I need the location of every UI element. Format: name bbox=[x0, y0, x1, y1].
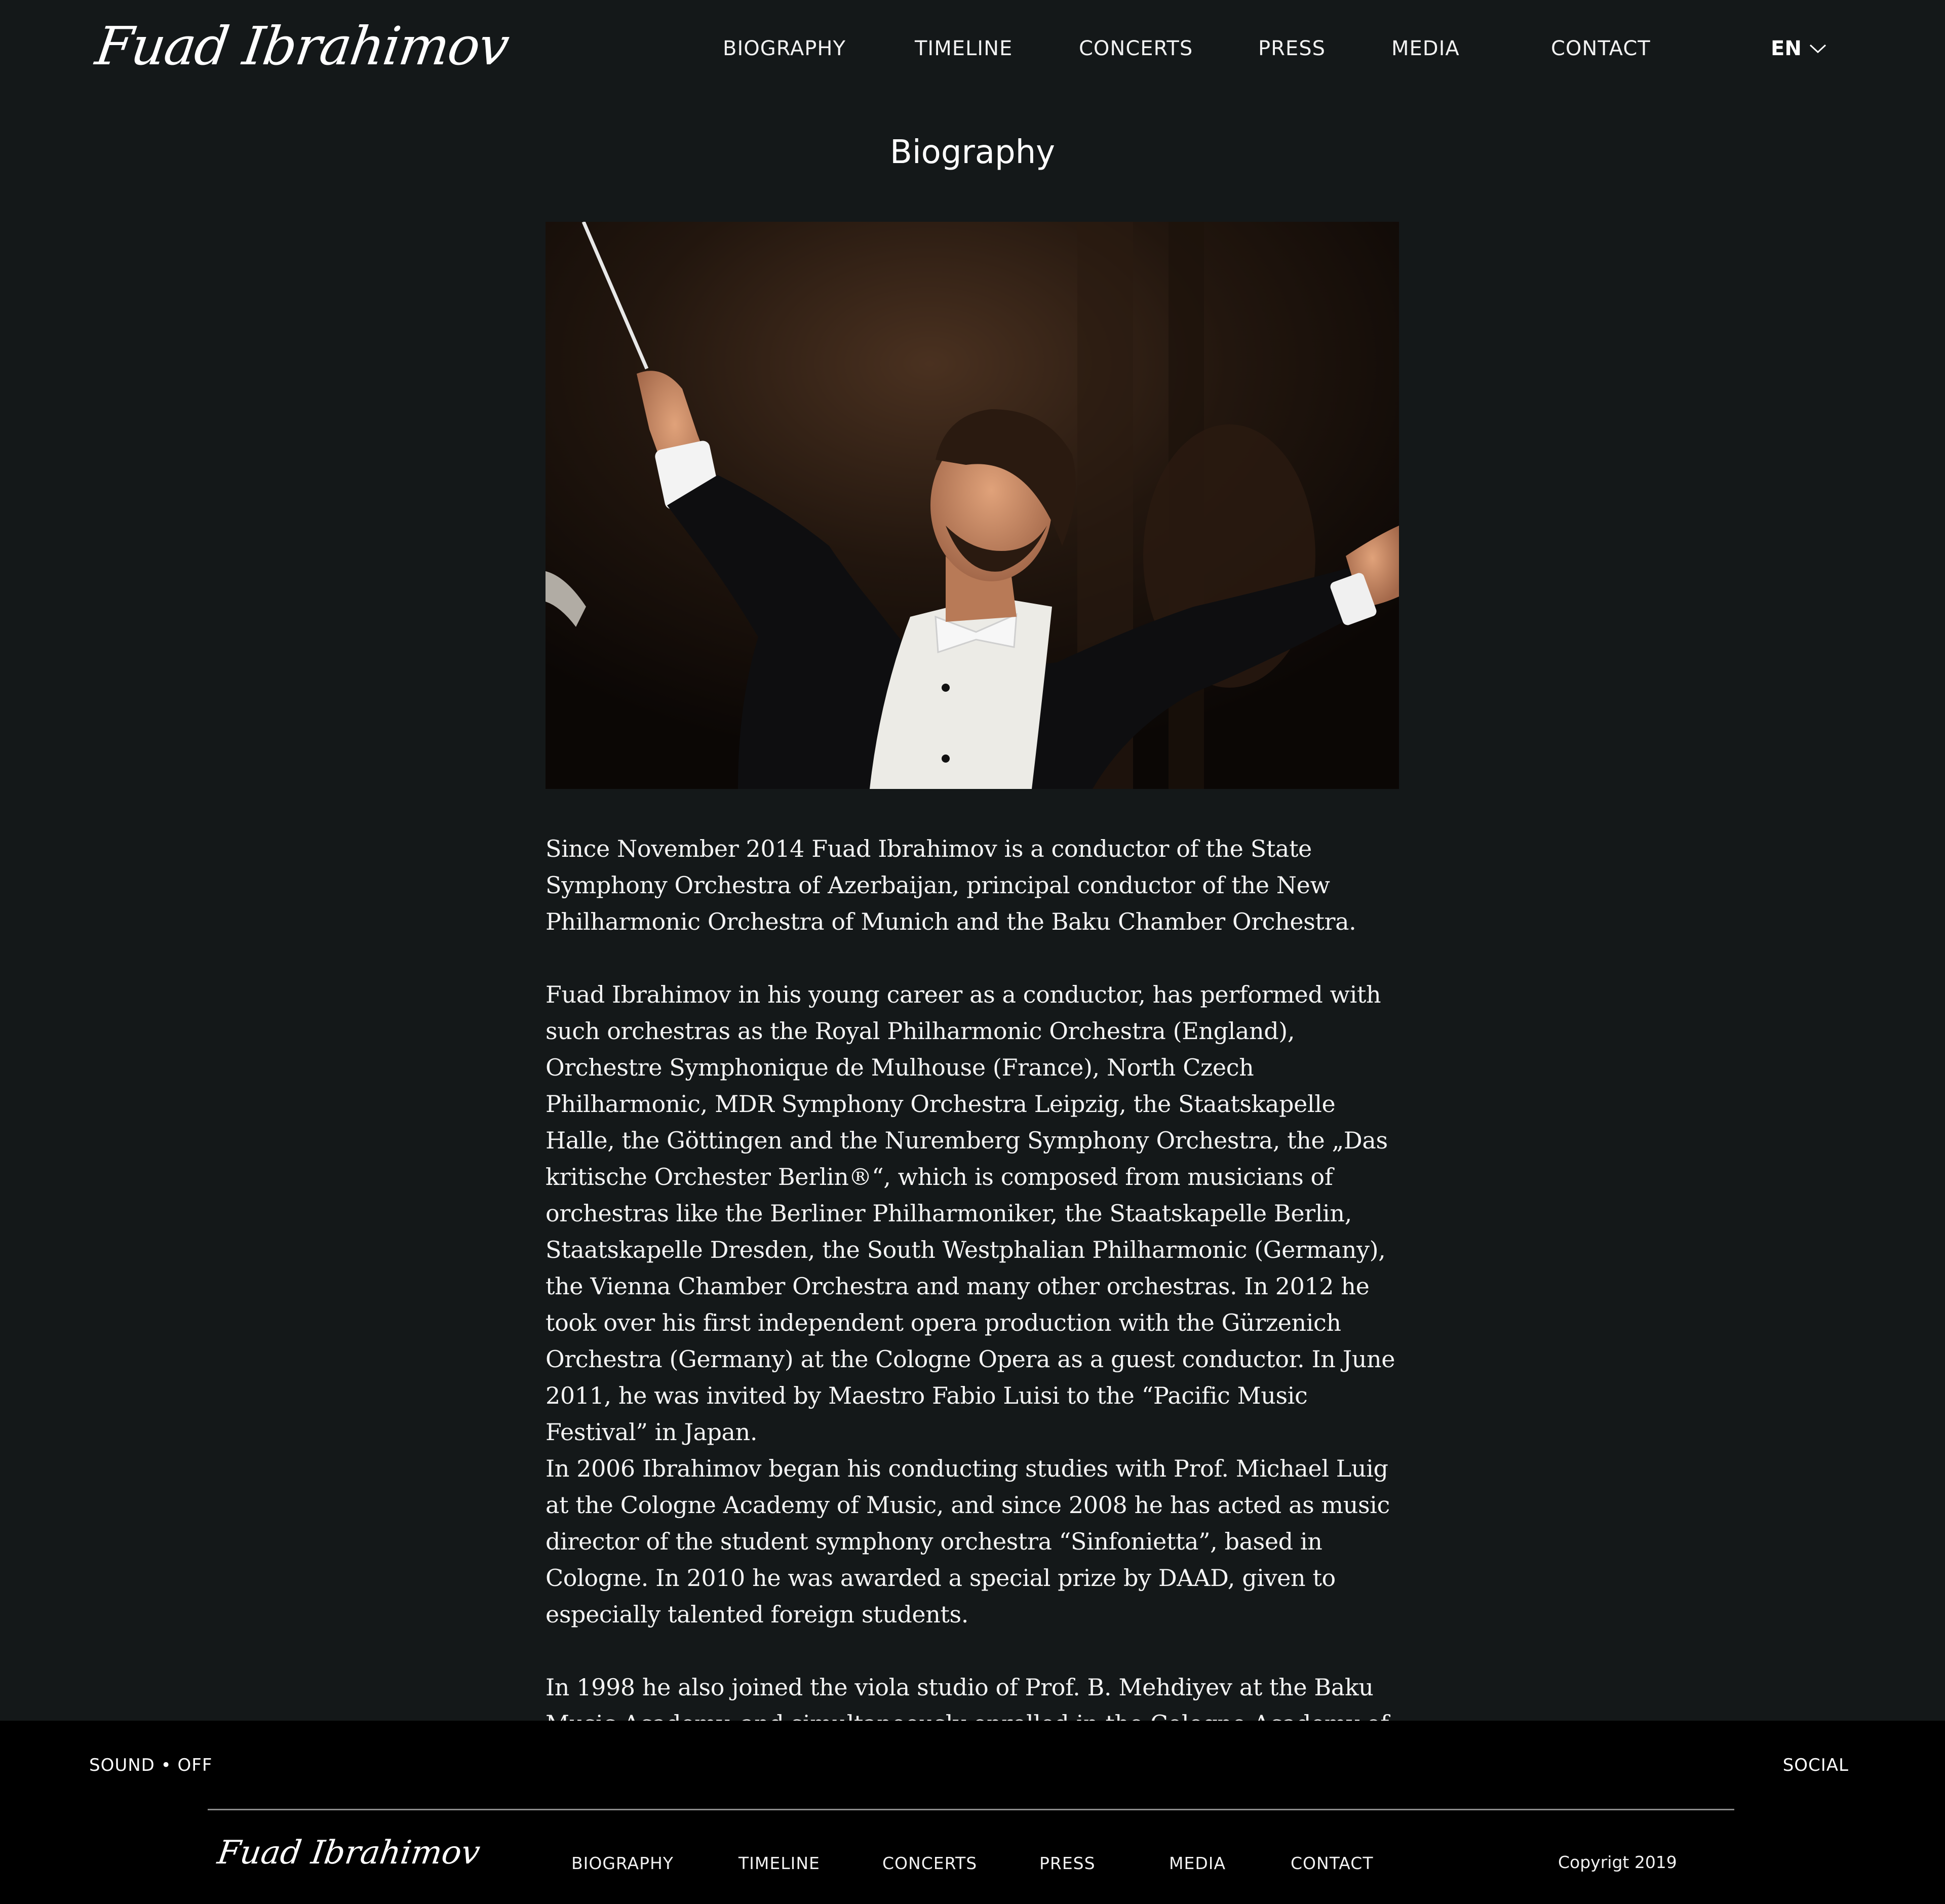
bio-paragraph-2: Fuad Ibrahimov in his young career as a … bbox=[546, 981, 1395, 1446]
site-header: Fuad Ibrahimov BIOGRAPHY TIMELINE CONCER… bbox=[0, 0, 1945, 101]
footer-divider bbox=[208, 1809, 1734, 1810]
social-link[interactable]: SOCIAL bbox=[1783, 1755, 1849, 1775]
site-footer: SOUND • OFF SOCIAL Fuad Ibrahimov BIOGRA… bbox=[0, 1721, 1945, 1904]
language-selector[interactable]: EN bbox=[1771, 35, 1827, 62]
language-label: EN bbox=[1771, 37, 1802, 60]
nav-biography[interactable]: BIOGRAPHY bbox=[723, 35, 846, 62]
bio-paragraph-1: Since November 2014 Fuad Ibrahimov is a … bbox=[546, 835, 1356, 935]
footer-nav-timeline[interactable]: TIMELINE bbox=[738, 1853, 820, 1873]
footer-nav-biography[interactable]: BIOGRAPHY bbox=[571, 1853, 674, 1873]
conductor-photo bbox=[546, 222, 1399, 789]
biography-text: Since November 2014 Fuad Ibrahimov is a … bbox=[546, 830, 1402, 1851]
footer-nav-media[interactable]: MEDIA bbox=[1169, 1853, 1226, 1873]
nav-contact[interactable]: CONTACT bbox=[1551, 35, 1651, 62]
conductor-photo-icon bbox=[546, 222, 1399, 789]
footer-nav-press[interactable]: PRESS bbox=[1039, 1853, 1096, 1873]
page-title: Biography bbox=[889, 134, 1056, 171]
bio-paragraph-3: In 2006 Ibrahimov began his conducting s… bbox=[546, 1455, 1390, 1628]
nav-concerts[interactable]: CONCERTS bbox=[1079, 35, 1193, 62]
footer-logo[interactable]: Fuad Ibrahimov bbox=[215, 1834, 483, 1872]
copyright-text: Copyrigt 2019 bbox=[1558, 1852, 1677, 1872]
footer-nav-contact[interactable]: CONTACT bbox=[1291, 1853, 1374, 1873]
sound-toggle[interactable]: SOUND • OFF bbox=[89, 1755, 212, 1775]
nav-press[interactable]: PRESS bbox=[1258, 35, 1326, 62]
footer-nav-concerts[interactable]: CONCERTS bbox=[882, 1853, 977, 1873]
chevron-down-icon bbox=[1809, 44, 1826, 54]
site-logo[interactable]: Fuad Ibrahimov bbox=[92, 15, 512, 77]
nav-media[interactable]: MEDIA bbox=[1391, 35, 1460, 62]
nav-timeline[interactable]: TIMELINE bbox=[915, 35, 1013, 62]
